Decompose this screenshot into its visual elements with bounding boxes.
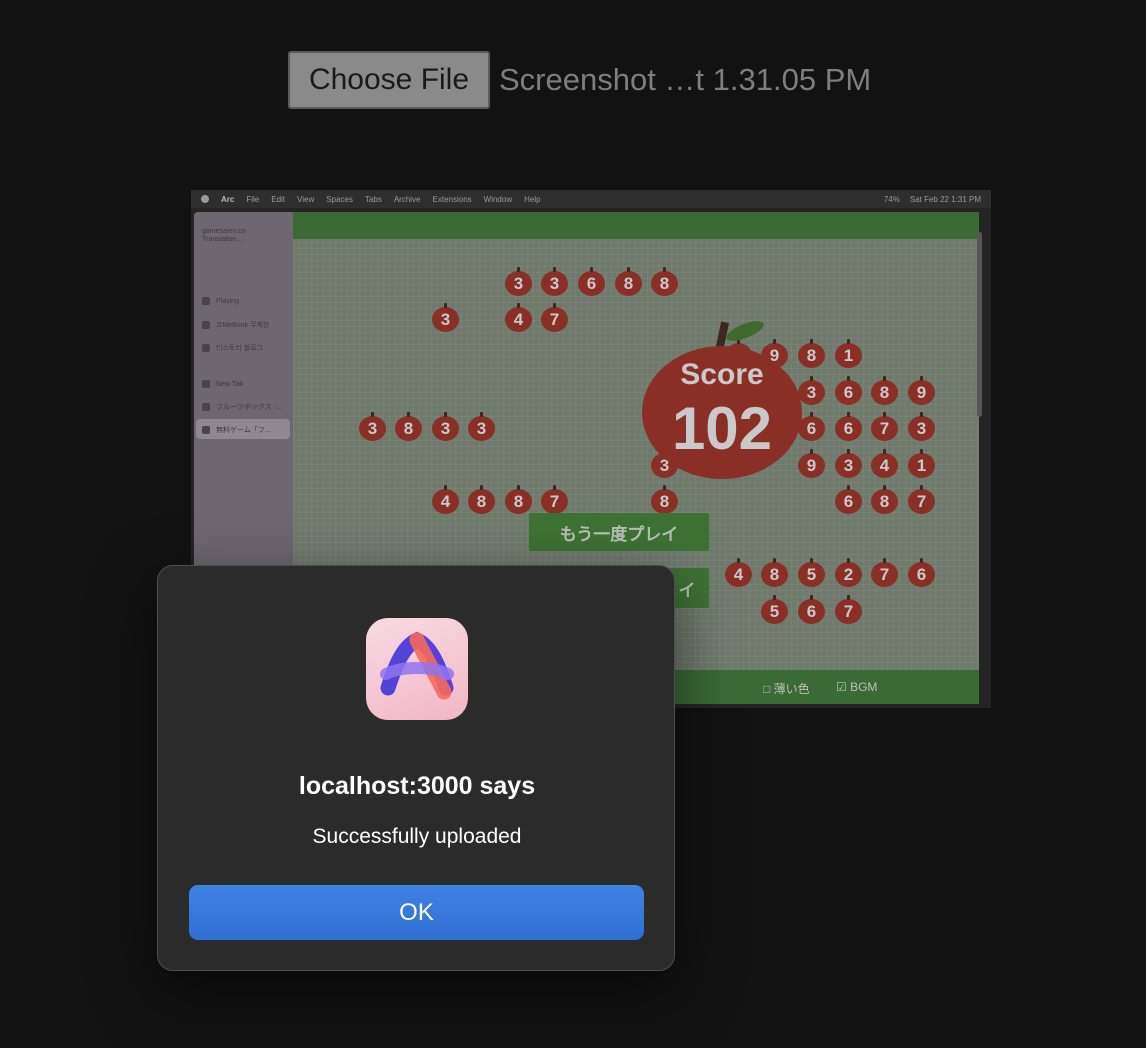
ok-button[interactable]: OK — [189, 885, 644, 940]
apple-tile: 3 — [505, 267, 532, 296]
apple-tile: 8 — [761, 558, 788, 587]
dialog-title: localhost:3000 says — [298, 772, 536, 800]
bgm-option: ☑ BGM — [836, 680, 878, 694]
apple-tile: 5 — [798, 558, 825, 587]
sidebar-item-playing: Playing — [202, 297, 239, 305]
apple-tile: 3 — [468, 412, 495, 441]
sidebar-tab-game: 無料ゲーム「フ... — [202, 425, 271, 435]
apple-tile: 4 — [505, 303, 532, 332]
arc-browser-icon — [366, 618, 468, 720]
menubar-item: Window — [483, 194, 513, 204]
apple-tile: 7 — [541, 485, 568, 514]
preview-menubar: Arc File Edit View Spaces Tabs Archive E… — [191, 190, 991, 208]
apple-tile: 6 — [835, 485, 862, 514]
menubar-item: Extensions — [432, 194, 472, 204]
apple-tile: 8 — [651, 267, 678, 296]
apple-tile: 3 — [541, 267, 568, 296]
apple-tile: 5 — [761, 595, 788, 624]
menubar-item: Archive — [393, 194, 421, 204]
apple-tile: 3 — [798, 376, 825, 405]
choose-file-button[interactable]: Choose File — [288, 51, 490, 109]
sidebar-item-blog: 티스토리 블로그 — [202, 343, 263, 353]
apple-tile: 9 — [908, 376, 935, 405]
apple-tile: 6 — [908, 558, 935, 587]
sidebar-item-label: 코MeBook 무제한 — [216, 322, 270, 329]
play-again-button: もう一度プレイ — [529, 513, 709, 551]
favicon-icon — [202, 321, 210, 329]
apple-tile: 6 — [578, 267, 605, 296]
sidebar-item-label: フルーツボックス -... — [216, 404, 282, 411]
file-upload-row: Choose File Screenshot …t 1.31.05 PM — [288, 50, 871, 110]
apple-tile: 1 — [835, 339, 862, 368]
score-value: 102 — [671, 395, 773, 462]
selected-file-name: Screenshot …t 1.31.05 PM — [499, 62, 872, 97]
game-top-bar — [293, 212, 979, 239]
apple-tile: 6 — [798, 412, 825, 441]
apple-tile: 7 — [835, 595, 862, 624]
sidebar-item-label: 無料ゲーム「フ... — [216, 427, 271, 434]
menubar-clock: Sat Feb 22 1:31 PM — [909, 194, 981, 204]
menubar-item: View — [297, 194, 315, 204]
apple-logo-icon — [201, 195, 209, 203]
apple-tile: 3 — [432, 412, 459, 441]
favicon-icon — [202, 344, 210, 352]
apple-tile: 3 — [835, 449, 862, 478]
apple-tile: 2 — [835, 558, 862, 587]
favicon-icon — [202, 426, 210, 434]
apple-tile: 4 — [725, 558, 752, 587]
apple-tile: 7 — [908, 485, 935, 514]
menubar-item: Spaces — [326, 194, 353, 204]
menubar-status: 74% Sat Feb 22 1:31 PM — [884, 190, 981, 208]
apple-tile: 1 — [908, 449, 935, 478]
apple-tile: 3 — [359, 412, 386, 441]
sidebar-item-label: 티스토리 블로그 — [216, 345, 264, 352]
option-label: 薄い色 — [773, 682, 810, 696]
menubar-item: Edit — [271, 194, 286, 204]
menubar-item: Tabs — [364, 194, 382, 204]
option-label: BGM — [850, 680, 878, 694]
sidebar-item-label: New Tab — [216, 380, 244, 388]
apple-tile: 9 — [798, 449, 825, 478]
gamepad-icon — [202, 297, 210, 305]
apple-tile: 8 — [468, 485, 495, 514]
apple-tile: 8 — [505, 485, 532, 514]
apple-tile: 6 — [835, 376, 862, 405]
plus-icon — [202, 380, 210, 388]
sidebar-url: gamesaien.co — [202, 228, 246, 235]
apple-tile: 3 — [432, 303, 459, 332]
sidebar-tab-fruitbox: フルーツボックス -... — [202, 402, 282, 412]
alert-dialog: localhost:3000 says Successfully uploade… — [157, 565, 675, 971]
score-apple-leaf — [723, 317, 767, 345]
dialog-message: Successfully uploaded — [312, 825, 522, 848]
apple-tile: 8 — [871, 485, 898, 514]
menubar-item: File — [246, 194, 260, 204]
menubar-item: Help — [524, 194, 541, 204]
preview-scrollbar — [977, 232, 982, 417]
apple-tile: 7 — [871, 558, 898, 587]
apple-tile: 8 — [871, 376, 898, 405]
arc-logo-icon — [380, 631, 454, 700]
apple-tile: 7 — [541, 303, 568, 332]
apple-tile: 6 — [835, 412, 862, 441]
apple-tile: 3 — [908, 412, 935, 441]
menubar-app-name: Arc — [221, 194, 235, 204]
apple-tile: 8 — [798, 339, 825, 368]
apple-tile: 4 — [871, 449, 898, 478]
apple-tile: 7 — [871, 412, 898, 441]
score-label: Score — [680, 358, 764, 391]
apple-tile: 6 — [798, 595, 825, 624]
apple-tile: 8 — [395, 412, 422, 441]
sidebar-new-tab: New Tab — [202, 380, 243, 388]
apple-tile: 8 — [651, 485, 678, 514]
light-color-option: □ 薄い色 — [763, 682, 810, 696]
score-apple: Score 102 — [642, 346, 802, 479]
sidebar-item-mebook: 코MeBook 무제한 — [202, 320, 269, 330]
sidebar-item-label: Playing — [216, 297, 239, 305]
apple-tile: 4 — [432, 485, 459, 514]
favicon-icon — [202, 403, 210, 411]
sidebar-url-sub: Translation... — [202, 236, 243, 243]
battery-percent: 74% — [883, 194, 900, 204]
apple-tile: 8 — [615, 267, 642, 296]
